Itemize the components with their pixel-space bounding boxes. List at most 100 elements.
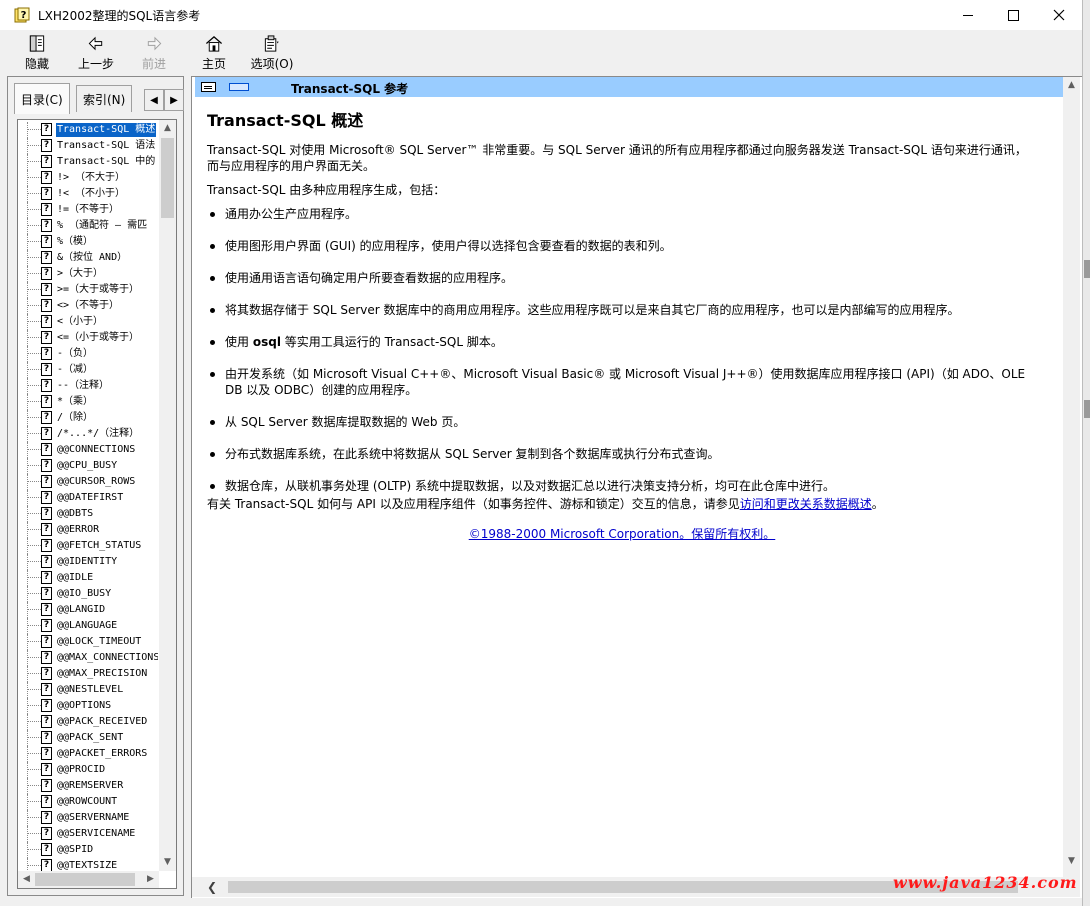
tree-connector: [27, 193, 41, 194]
back-button[interactable]: 上一步: [70, 32, 122, 72]
tree-connector: [27, 666, 28, 682]
options-button[interactable]: 选项(O): [246, 32, 298, 72]
tree-item-label: --（注释）: [57, 380, 110, 391]
tree-item[interactable]: ? @@LANGUAGE: [18, 618, 158, 634]
tree-item[interactable]: ? @@IO_BUSY: [18, 586, 158, 602]
tree-item-label: @@LANGID: [57, 604, 106, 615]
help-topic-icon: ?: [41, 315, 52, 328]
scroll-down-icon[interactable]: ▼: [159, 854, 176, 871]
tab-contents[interactable]: 目录(C): [14, 83, 70, 114]
tree-item[interactable]: ? @@SERVICENAME: [18, 826, 158, 842]
tree-item[interactable]: ? Transact-SQL 语法: [18, 138, 158, 154]
desktop-background-strip: [1082, 0, 1090, 906]
tree-item[interactable]: ? @@PACK_SENT: [18, 730, 158, 746]
tree-item[interactable]: ? -（负）: [18, 346, 158, 362]
related-topic-link[interactable]: 访问和更改关系数据概述: [740, 497, 872, 511]
tree-item[interactable]: ? @@PACKET_ERRORS: [18, 746, 158, 762]
tab-scroll-right-button[interactable]: ▶: [164, 89, 184, 111]
help-topic-icon: ?: [41, 459, 52, 472]
tree-item[interactable]: ? @@PROCID: [18, 762, 158, 778]
copyright-link[interactable]: ©1988-2000 Microsoft Corporation。保留所有权利。: [469, 527, 776, 541]
link-bar-icon[interactable]: [229, 83, 249, 91]
tree-connector: [27, 433, 41, 434]
close-button[interactable]: [1036, 0, 1082, 30]
help-topic-icon: ?: [41, 827, 52, 840]
tree-item[interactable]: ? @@LANGID: [18, 602, 158, 618]
tree-item[interactable]: ? @@MAX_PRECISION: [18, 666, 158, 682]
tree-item[interactable]: ? @@FETCH_STATUS: [18, 538, 158, 554]
tree-item[interactable]: ? <（小于）: [18, 314, 158, 330]
tree-horizontal-scrollbar[interactable]: ◀ ▶: [18, 871, 159, 888]
tree-item-label: /*...*/（注释）: [57, 428, 140, 439]
maximize-button[interactable]: [990, 0, 1036, 30]
help-topic-icon: ?: [41, 619, 52, 632]
tree-item-label: @@PROCID: [57, 764, 106, 775]
scroll-thumb[interactable]: [35, 873, 135, 886]
tree-item[interactable]: ? Transact-SQL 概述: [18, 122, 158, 138]
tree-connector: [27, 538, 28, 554]
tree-item[interactable]: ? @@MAX_CONNECTIONS: [18, 650, 158, 666]
tree-connector: [27, 618, 28, 634]
scroll-up-icon[interactable]: ▲: [159, 120, 176, 137]
tree-item[interactable]: ? @@LOCK_TIMEOUT: [18, 634, 158, 650]
tree-item[interactable]: ? % （通配符 — 需匹: [18, 218, 158, 234]
hide-button[interactable]: 隐藏: [11, 32, 63, 72]
tree-item[interactable]: ? @@PACK_RECEIVED: [18, 714, 158, 730]
outro-text: 有关 Transact-SQL 如何与 API 以及应用程序组件（如事务控件、游…: [207, 497, 740, 511]
tree-item[interactable]: ? @@SPID: [18, 842, 158, 858]
scroll-up-icon[interactable]: ▲: [1063, 77, 1080, 94]
scroll-left-icon[interactable]: ❮: [202, 877, 222, 897]
tree-item[interactable]: ? --（注释）: [18, 378, 158, 394]
scroll-left-icon[interactable]: ◀: [18, 871, 35, 888]
tree-item[interactable]: ? /（除）: [18, 410, 158, 426]
tab-scroll-left-button[interactable]: ◀: [144, 89, 164, 111]
tree-item[interactable]: ? Transact-SQL 中的: [18, 154, 158, 170]
tree-item[interactable]: ? @@CONNECTIONS: [18, 442, 158, 458]
topic-vertical-scrollbar[interactable]: ▲ ▼: [1063, 77, 1080, 877]
tree-item[interactable]: ? !< （不小于）: [18, 186, 158, 202]
tree-item[interactable]: ? @@OPTIONS: [18, 698, 158, 714]
tree-item[interactable]: ? @@ERROR: [18, 522, 158, 538]
help-topic-icon: ?: [41, 699, 52, 712]
tree-connector: [27, 801, 41, 802]
tree-item[interactable]: ? @@CURSOR_ROWS: [18, 474, 158, 490]
scroll-right-icon[interactable]: ▶: [142, 871, 159, 888]
tree-item[interactable]: ? >=（大于或等于）: [18, 282, 158, 298]
tree-item[interactable]: ? -（减）: [18, 362, 158, 378]
tab-index[interactable]: 索引(N): [76, 85, 133, 112]
tree-item[interactable]: ? @@NESTLEVEL: [18, 682, 158, 698]
scroll-down-icon[interactable]: ▼: [1063, 853, 1080, 870]
tree-connector: [27, 849, 41, 850]
tree-item[interactable]: ? @@DATEFIRST: [18, 490, 158, 506]
tree-item[interactable]: ? @@IDENTITY: [18, 554, 158, 570]
tree-item[interactable]: ? %（模）: [18, 234, 158, 250]
tree-item[interactable]: ? &（按位 AND）: [18, 250, 158, 266]
list-item: 数据仓库，从联机事务处理 (OLTP) 系统中提取数据，以及对数据汇总以进行决策…: [207, 478, 1037, 494]
scroll-thumb[interactable]: [161, 138, 174, 218]
tree-item[interactable]: ? !=（不等于）: [18, 202, 158, 218]
tree-item[interactable]: ? @@CPU_BUSY: [18, 458, 158, 474]
tree-vertical-scrollbar[interactable]: ▲ ▼: [159, 120, 176, 871]
tree-item[interactable]: ? *（乘）: [18, 394, 158, 410]
tree-connector: [27, 641, 41, 642]
tree-item[interactable]: ? @@DBTS: [18, 506, 158, 522]
tree-item[interactable]: ? @@ROWCOUNT: [18, 794, 158, 810]
tree-item[interactable]: ? <>（不等于）: [18, 298, 158, 314]
tree-item-label: !< （不小于）: [57, 188, 126, 199]
tree-connector: [27, 737, 41, 738]
tree-item-label: >=（大于或等于）: [57, 284, 140, 295]
tree-item[interactable]: ? <=（小于或等于）: [18, 330, 158, 346]
tree-item[interactable]: ? /*...*/（注释）: [18, 426, 158, 442]
forward-button[interactable]: 前进: [128, 32, 180, 72]
tree-item[interactable]: ? @@REMSERVER: [18, 778, 158, 794]
tree-item[interactable]: ? @@SERVERNAME: [18, 810, 158, 826]
minimize-button[interactable]: [945, 0, 991, 30]
forward-label: 前进: [141, 57, 166, 71]
help-topic-icon: ?: [41, 267, 52, 280]
tree-connector: [27, 385, 41, 386]
tree-item[interactable]: ? >（大于）: [18, 266, 158, 282]
home-label: 主页: [201, 57, 226, 71]
home-button[interactable]: 主页: [188, 32, 240, 72]
tree-item[interactable]: ? @@IDLE: [18, 570, 158, 586]
tree-item[interactable]: ? !> （不大于）: [18, 170, 158, 186]
